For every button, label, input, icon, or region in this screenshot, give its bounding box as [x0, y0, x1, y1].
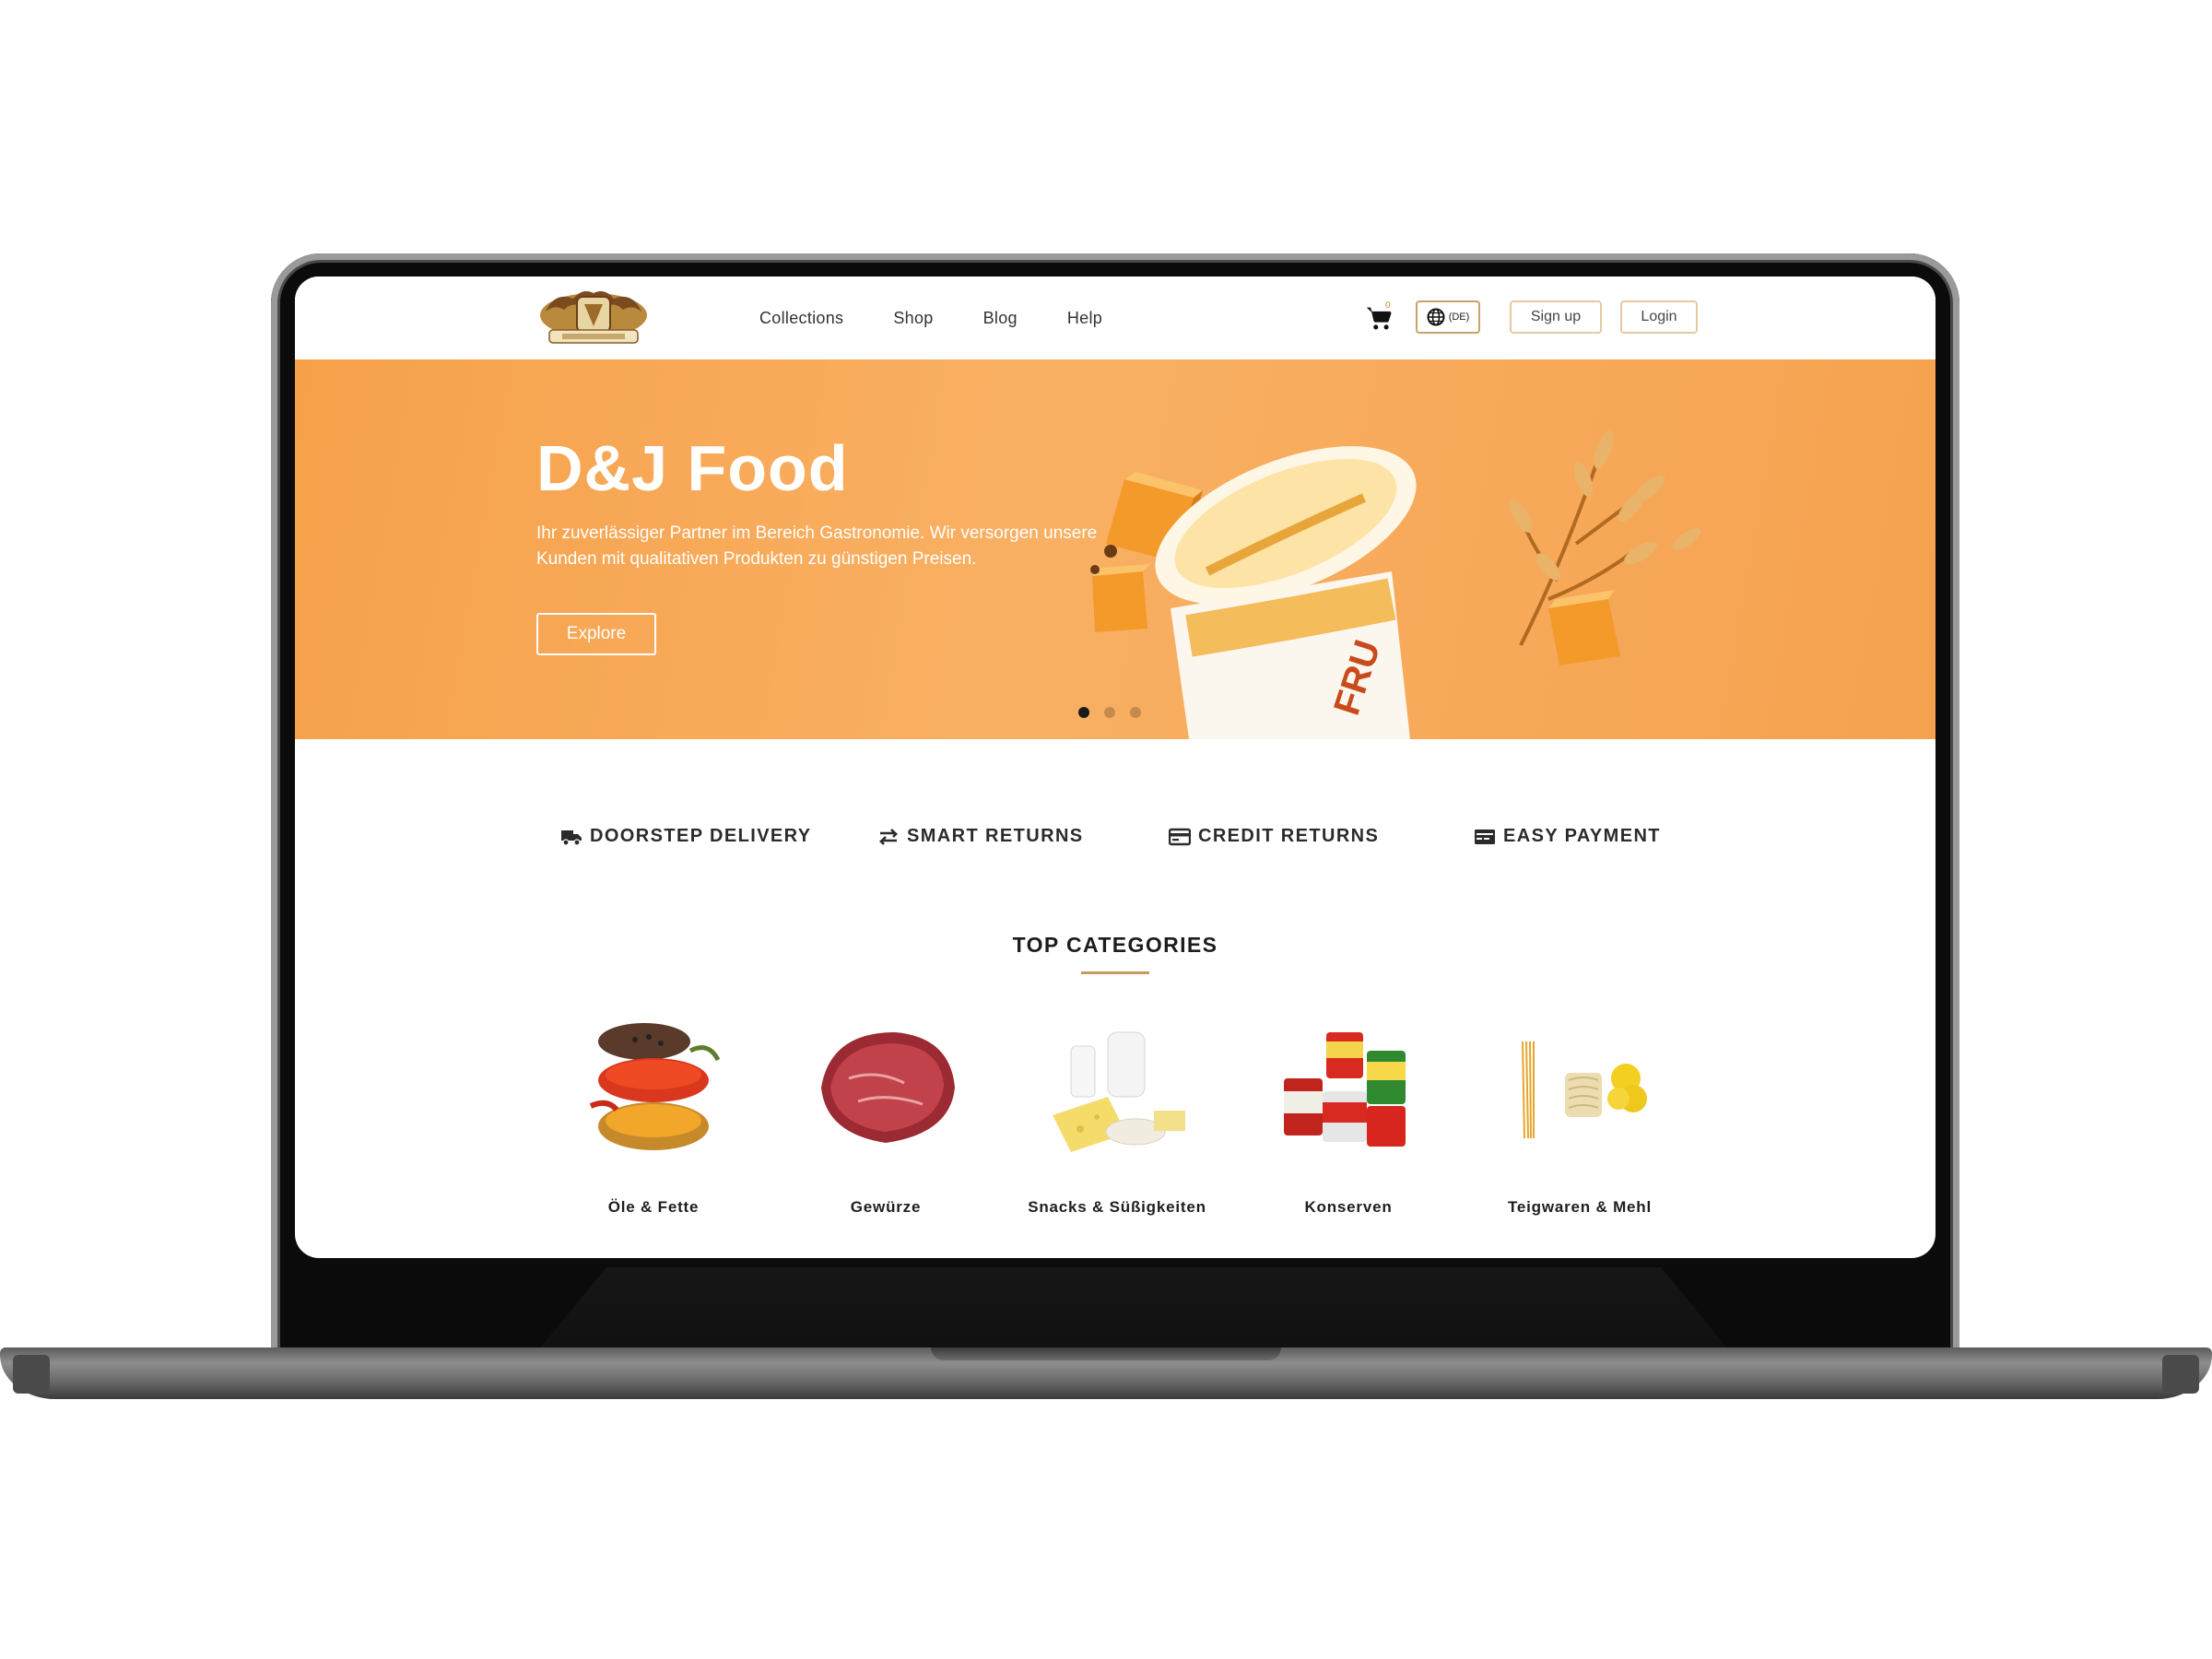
heading-underline [1081, 971, 1149, 974]
category-label: Teigwaren & Mehl [1507, 1198, 1653, 1216]
cart-count-badge: 0 [1385, 300, 1391, 311]
feature-credit-returns: CREDIT RETURNS [1169, 826, 1379, 847]
feature-label: CREDIT RETURNS [1198, 826, 1380, 846]
hero-banner: D&J Food Ihr zuverlässiger Partner im Be… [295, 359, 1936, 739]
credit-card-icon [1169, 828, 1191, 845]
nav-shop-link[interactable]: Shop [893, 309, 933, 328]
category-card[interactable]: Öle & Fette [552, 1014, 755, 1235]
laptop-hinge-left [13, 1355, 50, 1394]
meat-image [821, 1032, 955, 1143]
category-card[interactable]: Gewürze [784, 1014, 987, 1235]
laptop-hinge-right [2162, 1355, 2199, 1394]
carousel-dot-3[interactable] [1130, 707, 1141, 718]
laptop-keyboard-reflection [535, 1267, 1733, 1355]
exchange-icon [878, 828, 899, 845]
carousel-dot-1[interactable] [1078, 707, 1089, 718]
feature-label: SMART RETURNS [907, 826, 1084, 846]
category-card[interactable]: Konserven [1247, 1014, 1450, 1235]
laptop-screen: Collections Shop Blog Help 0 (DE) Sign u… [295, 276, 1936, 1258]
nav-collections-link[interactable]: Collections [759, 309, 843, 328]
hero-product-image: FRU [1090, 430, 1701, 739]
spices-image [589, 1023, 721, 1150]
feature-label: EASY PAYMENT [1503, 826, 1661, 846]
laptop-base-notch [931, 1347, 1281, 1360]
wallet-icon [1475, 829, 1495, 844]
category-label: Konserven [1304, 1198, 1393, 1216]
category-card[interactable]: Teigwaren & Mehl [1478, 1014, 1681, 1235]
signup-button[interactable]: Sign up [1510, 300, 1602, 334]
features-row: DOORSTEP DELIVERY SMART RETURNS CREDIT R… [295, 826, 1936, 853]
canned-goods-image [1284, 1032, 1406, 1147]
yogurt-tub-icon: FRU [1155, 446, 1417, 739]
feature-label: DOORSTEP DELIVERY [590, 826, 812, 846]
brand-logo[interactable] [536, 284, 651, 352]
explore-button[interactable]: Explore [536, 613, 656, 655]
hero-title: D&J Food [536, 432, 849, 504]
globe-icon [1427, 308, 1445, 326]
feature-smart-returns: SMART RETURNS [877, 826, 1084, 847]
cheese-cube-icon [1092, 564, 1150, 632]
language-selector[interactable]: (DE) [1416, 300, 1480, 334]
login-button[interactable]: Login [1620, 300, 1698, 334]
carousel-dot-2[interactable] [1104, 707, 1115, 718]
truck-icon [561, 830, 582, 846]
dairy-image [1053, 1031, 1185, 1152]
top-categories-heading: TOP CATEGORIES [1012, 933, 1218, 957]
nav-help-link[interactable]: Help [1067, 309, 1102, 328]
carousel-dots [1078, 707, 1141, 718]
cheese-cube-icon [1548, 590, 1620, 665]
feature-doorstep-delivery: DOORSTEP DELIVERY [560, 826, 812, 847]
feature-easy-payment: EASY PAYMENT [1474, 826, 1661, 847]
category-label: Öle & Fette [607, 1198, 700, 1216]
category-card[interactable]: Snacks & Süßigkeiten [1016, 1014, 1218, 1235]
category-label: Snacks & Süßigkeiten [1028, 1198, 1206, 1216]
category-label: Gewürze [850, 1198, 922, 1216]
nav-blog-link[interactable]: Blog [983, 309, 1018, 328]
language-label: (DE) [1448, 312, 1470, 323]
top-navigation: Collections Shop Blog Help 0 (DE) Sign u… [295, 276, 1936, 359]
pasta-image [1522, 1041, 1647, 1139]
